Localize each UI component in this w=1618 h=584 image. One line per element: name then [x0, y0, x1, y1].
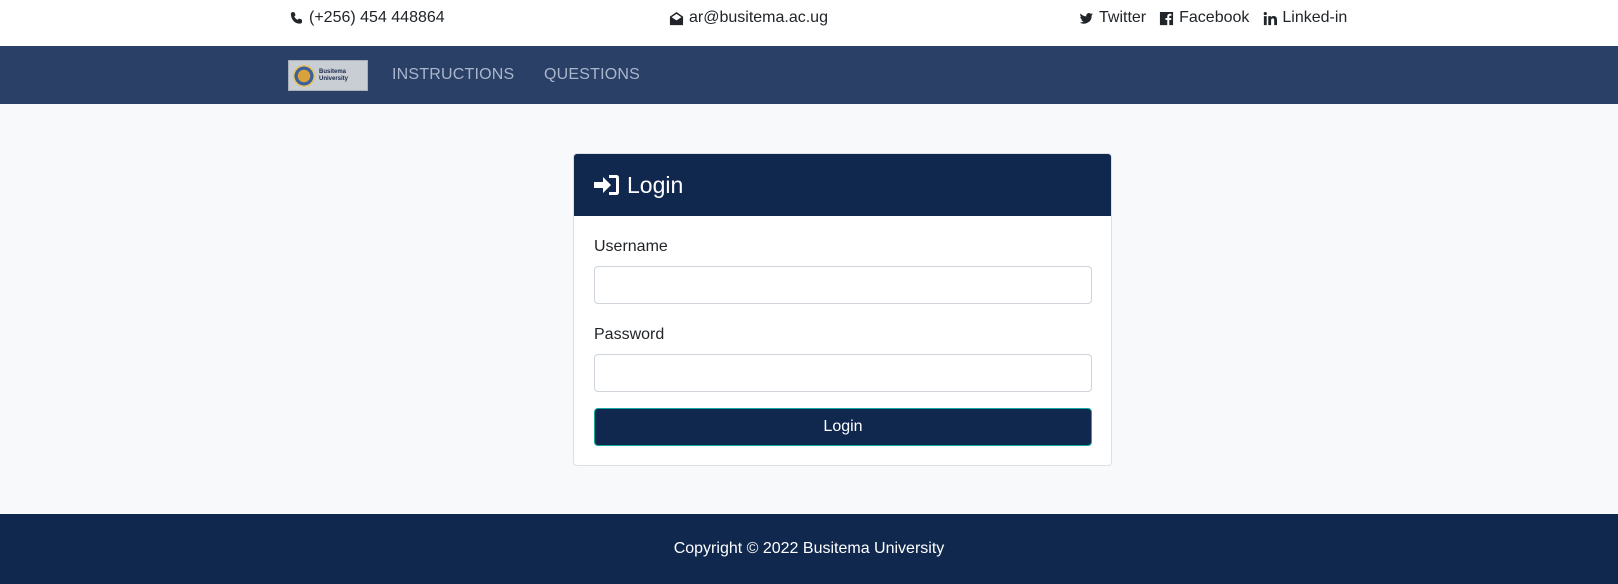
password-label: Password — [594, 326, 665, 343]
nav-link-questions[interactable]: QUESTIONS — [544, 46, 640, 104]
email-address[interactable]: ar@busitema.ac.ug — [689, 9, 828, 27]
password-input[interactable] — [594, 354, 1092, 392]
facebook-link[interactable]: Facebook — [1158, 9, 1249, 27]
nav-link-instructions[interactable]: INSTRUCTIONS — [392, 46, 514, 104]
login-form: Username Password Login — [574, 216, 1111, 446]
university-logo[interactable]: Busitema University — [288, 60, 368, 91]
top-contact-bar: (+256) 454 448864 ar@busitema.ac.ug Twit… — [0, 0, 1618, 46]
sign-in-icon — [594, 173, 620, 197]
login-title: Login — [627, 171, 684, 198]
twitter-label: Twitter — [1099, 9, 1147, 26]
twitter-icon — [1078, 10, 1094, 26]
login-card: Login Username Password Login — [573, 153, 1112, 466]
copyright-text: Copyright © 2022 Busitema University — [673, 540, 945, 557]
logo-wordmark: Busitema University — [319, 69, 348, 83]
login-card-header: Login — [574, 154, 1111, 216]
email-contact: ar@busitema.ac.ug — [668, 0, 828, 36]
university-seal — [293, 64, 315, 87]
twitter-link[interactable]: Twitter — [1078, 9, 1146, 27]
phone-contact: (+256) 454 448864 — [288, 0, 445, 36]
linkedin-label: Linked-in — [1282, 9, 1348, 26]
facebook-label: Facebook — [1179, 9, 1250, 26]
login-button[interactable]: Login — [594, 408, 1092, 446]
phone-number: (+256) 454 448864 — [309, 9, 445, 26]
main-navbar: Busitema University INSTRUCTIONS QUESTIO… — [0, 46, 1618, 104]
linkedin-icon — [1261, 10, 1277, 26]
page-footer: Copyright © 2022 Busitema University — [0, 514, 1618, 584]
username-label: Username — [594, 238, 668, 255]
linkedin-link[interactable]: Linked-in — [1261, 9, 1347, 27]
social-links: Twitter Facebook Linked-in — [1078, 0, 1347, 36]
phone-icon — [288, 10, 304, 26]
username-input[interactable] — [594, 266, 1092, 304]
logo-word-1: Busitema — [319, 68, 347, 75]
envelope-open-icon — [668, 10, 684, 26]
facebook-icon — [1158, 10, 1174, 26]
logo-word-2: University — [319, 75, 349, 82]
